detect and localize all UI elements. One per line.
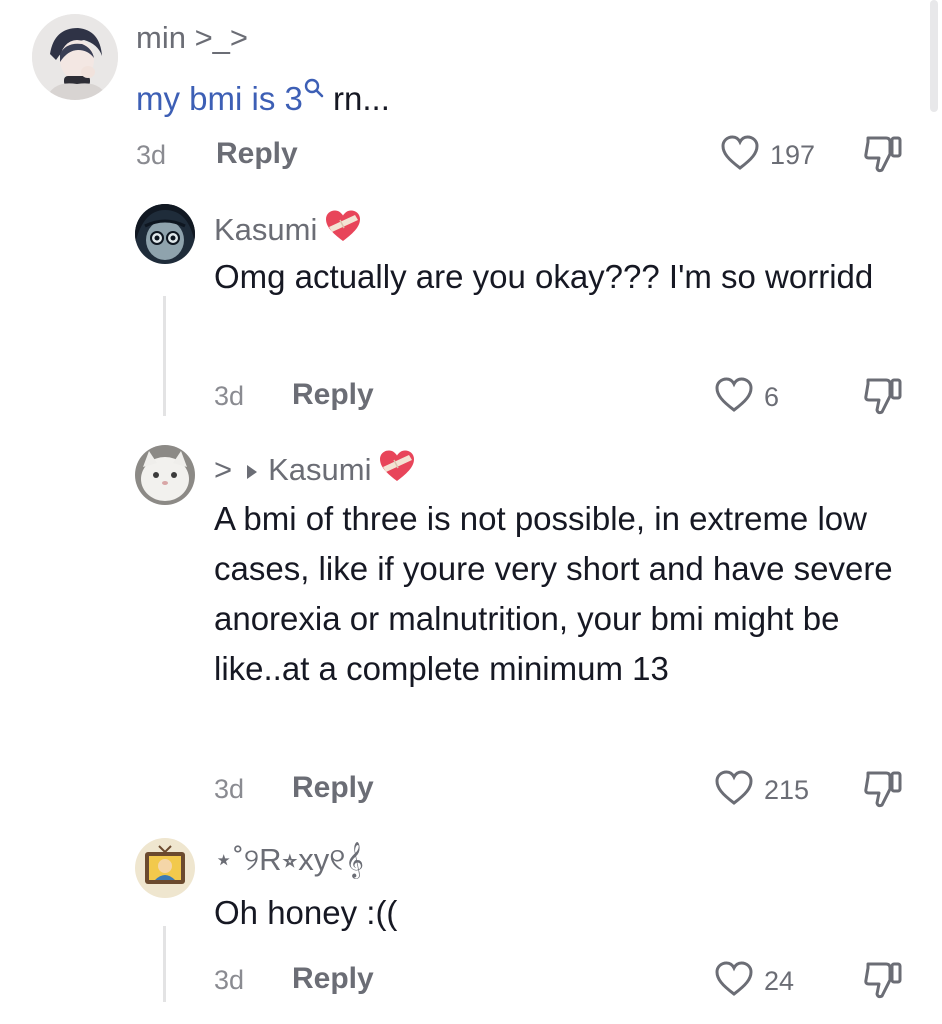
comment-username[interactable]: Kasumi	[214, 208, 363, 252]
heart-outline-icon	[714, 769, 754, 812]
comment-text: A bmi of three is not possible, in extre…	[214, 500, 893, 687]
avatar[interactable]	[135, 838, 195, 898]
thumbs-down-icon	[862, 378, 906, 420]
comment-text: my bmi is 3 rn...	[136, 62, 390, 124]
like-button[interactable]: 24	[714, 960, 794, 1003]
comment-username[interactable]: min >_>	[136, 20, 248, 56]
avatar[interactable]	[32, 14, 118, 100]
heart-outline-icon	[714, 960, 754, 1003]
comment-time: 3d	[214, 774, 245, 804]
comment-text: Omg actually are you okay??? I'm so worr…	[214, 258, 874, 295]
reply-button[interactable]: Reply	[292, 771, 374, 805]
thumbs-down-icon	[862, 962, 906, 1004]
like-count: 197	[770, 140, 816, 170]
dislike-button[interactable]	[862, 769, 906, 814]
avatar[interactable]	[135, 445, 195, 505]
like-count: 6	[764, 382, 780, 412]
scrollbar[interactable]	[930, 0, 938, 112]
reply-button[interactable]: Reply	[292, 962, 374, 996]
heart-bandage-icon	[377, 448, 417, 492]
heart-outline-icon	[714, 376, 754, 419]
reply-button[interactable]: Reply	[216, 137, 298, 171]
search-link[interactable]: my bmi is 3	[136, 78, 324, 117]
thread-line	[163, 296, 166, 416]
like-count: 24	[764, 966, 795, 996]
like-count: 215	[764, 775, 810, 805]
comment-time: 3d	[214, 381, 245, 411]
like-button[interactable]: 215	[714, 769, 809, 812]
search-icon[interactable]	[304, 62, 324, 112]
thread-line	[163, 926, 166, 1002]
caret-right-icon	[246, 452, 258, 488]
thumbs-down-icon	[862, 771, 906, 813]
dislike-button[interactable]	[862, 960, 906, 1005]
like-button[interactable]: 6	[714, 376, 779, 419]
comment-username[interactable]: > Kasumi	[214, 448, 417, 492]
comment-time: 3d	[136, 140, 167, 170]
dislike-button[interactable]	[862, 134, 906, 179]
reply-button[interactable]: Reply	[292, 378, 374, 412]
comment-username[interactable]: ⋆˚୨R⭒xy୧𝄞	[214, 842, 364, 879]
thumbs-down-icon	[862, 136, 906, 178]
comment-text: Oh honey :((	[214, 894, 398, 931]
heart-bandage-icon	[323, 208, 363, 252]
comment-time: 3d	[214, 965, 245, 995]
like-button[interactable]: 197	[720, 134, 815, 177]
heart-outline-icon	[720, 134, 760, 177]
dislike-button[interactable]	[862, 376, 906, 421]
avatar[interactable]	[135, 204, 195, 264]
